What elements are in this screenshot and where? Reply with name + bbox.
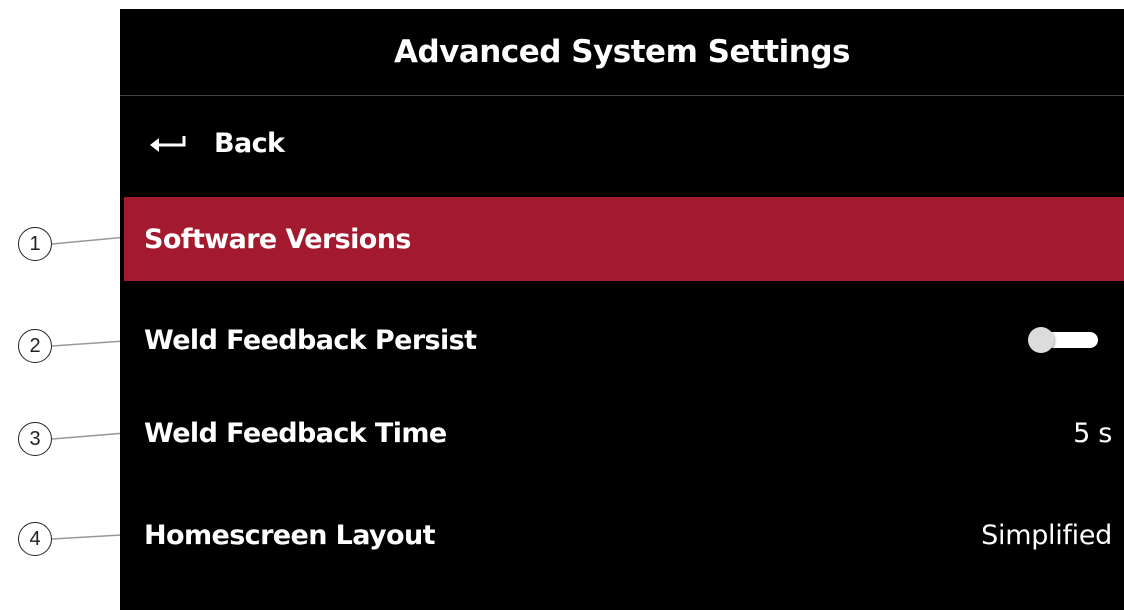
menu-item-software-versions[interactable]: Software Versions xyxy=(124,197,1124,281)
toggle-knob xyxy=(1028,327,1054,353)
menu-item-label: Weld Feedback Persist xyxy=(144,324,477,356)
callout-1: 1 xyxy=(18,227,52,261)
callout-4-number: 4 xyxy=(29,527,41,550)
callout-3: 3 xyxy=(18,422,52,456)
weld-feedback-persist-toggle[interactable] xyxy=(1028,327,1100,353)
menu-item-label: Homescreen Layout xyxy=(144,519,436,551)
return-arrow-icon xyxy=(150,136,186,152)
menu-item-homescreen-layout[interactable]: Homescreen Layout Simplified xyxy=(124,493,1124,577)
callout-4: 4 xyxy=(18,522,52,556)
menu-item-label: Weld Feedback Time xyxy=(144,417,447,449)
back-button[interactable]: Back xyxy=(124,101,1124,185)
callout-3-number: 3 xyxy=(29,427,41,450)
menu-item-weld-feedback-persist[interactable]: Weld Feedback Persist xyxy=(124,298,1124,382)
menu-item-weld-feedback-time[interactable]: Weld Feedback Time 5 s xyxy=(124,391,1124,475)
callout-2-number: 2 xyxy=(29,334,41,357)
weld-feedback-time-value: 5 s xyxy=(1073,417,1112,449)
callout-1-number: 1 xyxy=(29,232,41,255)
menu-item-label: Software Versions xyxy=(144,223,411,255)
settings-screen: Advanced System Settings Back Software V… xyxy=(120,9,1124,610)
homescreen-layout-value: Simplified xyxy=(981,519,1112,551)
back-label: Back xyxy=(214,127,285,159)
callout-2: 2 xyxy=(18,329,52,363)
page-title: Advanced System Settings xyxy=(393,34,851,70)
screen-header: Advanced System Settings xyxy=(120,9,1124,96)
